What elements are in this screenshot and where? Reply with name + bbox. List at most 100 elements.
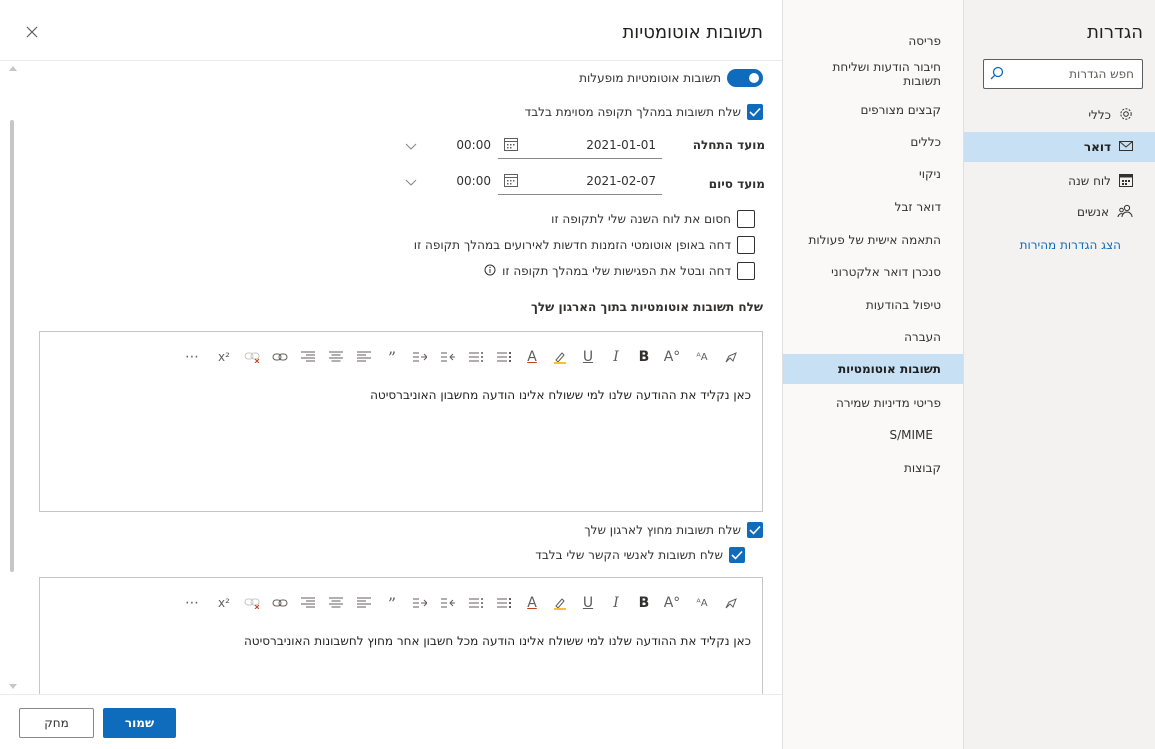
subnav-item-sweep[interactable]: ניקוי — [783, 167, 963, 181]
start-time-value: 00:00 — [456, 138, 491, 152]
font-color-icon[interactable]: A — [521, 592, 543, 614]
highlight-format-icon[interactable]: A° — [661, 346, 683, 368]
calendar-icon — [504, 138, 518, 154]
subnav-item-rules[interactable]: כללים — [783, 135, 963, 149]
subnav-item-retention-policies[interactable]: פריטי מדיניות שמירה — [783, 396, 963, 410]
outside-org-editor[interactable]: ᴬA A° B I U A ” x² ⋯ כאן נקליד את ההודעה… — [39, 577, 763, 694]
decrease-indent-icon[interactable] — [437, 346, 459, 368]
subnav-item-junk[interactable]: דואר זבל — [783, 200, 963, 214]
underline-icon[interactable]: U — [577, 592, 599, 614]
inside-org-heading: שלח תשובות אוטומטיות בתוך הארגון שלך — [530, 300, 763, 314]
discard-button[interactable]: מחק — [19, 708, 94, 738]
align-left-icon[interactable] — [353, 346, 375, 368]
block-calendar-row[interactable]: חסום את לוח השנה שלי לתקופה זו — [551, 210, 755, 228]
settings-search-input[interactable] — [1006, 60, 1136, 88]
subnav-item-forwarding[interactable]: העברה — [783, 330, 963, 344]
bold-icon[interactable]: B — [633, 592, 655, 614]
increase-indent-icon[interactable] — [409, 346, 431, 368]
superscript-icon[interactable]: x² — [213, 346, 235, 368]
contacts-only-checkbox-row[interactable]: שלח תשובות לאנשי הקשר שלי בלבד — [535, 547, 745, 563]
outside-org-checkbox[interactable] — [747, 522, 763, 538]
format-painter-icon[interactable] — [720, 592, 742, 614]
increase-indent-icon[interactable] — [409, 592, 431, 614]
italic-icon[interactable]: I — [605, 592, 627, 614]
unlink-icon[interactable] — [241, 346, 263, 368]
settings-category-mail[interactable]: דואר — [964, 132, 1155, 162]
decline-cancel-row[interactable]: דחה ובטל את הפגישות שלי במהלך תקופה זו — [484, 262, 755, 280]
underline-icon[interactable]: U — [577, 346, 599, 368]
decline-new-checkbox[interactable] — [737, 236, 755, 254]
numbered-list-icon[interactable] — [493, 346, 515, 368]
link-icon[interactable] — [269, 346, 291, 368]
decrease-indent-icon[interactable] — [437, 592, 459, 614]
superscript-icon[interactable]: x² — [213, 592, 235, 614]
highlighter-icon[interactable] — [549, 346, 571, 368]
scroll-down-arrow[interactable] — [9, 684, 17, 689]
italic-icon[interactable]: I — [605, 346, 627, 368]
align-center-icon[interactable] — [325, 592, 347, 614]
settings-search-box[interactable] — [983, 59, 1143, 89]
settings-category-general[interactable]: כללי — [964, 100, 1155, 130]
font-size-icon[interactable]: ᴬA — [691, 592, 713, 614]
more-options-icon[interactable]: ⋯ — [181, 346, 203, 368]
numbered-list-icon[interactable] — [493, 592, 515, 614]
more-options-icon[interactable]: ⋯ — [181, 592, 203, 614]
outside-org-message[interactable]: כאן נקליד את ההודעה שלנו למי ששולח אלינו… — [244, 634, 751, 648]
subnav-item-smime[interactable]: S/MIME — [783, 428, 963, 442]
time-period-checkbox[interactable] — [747, 104, 763, 120]
align-right-icon[interactable] — [297, 346, 319, 368]
formatting-toolbar: ᴬA A° B I U A ” x² ⋯ — [103, 592, 743, 614]
font-size-icon[interactable]: ᴬA — [691, 346, 713, 368]
info-icon[interactable] — [484, 264, 496, 279]
inside-org-message[interactable]: כאן נקליד את ההודעה שלנו למי ששולח אלינו… — [370, 388, 751, 402]
mail-icon — [1119, 140, 1133, 155]
contacts-only-label: שלח תשובות לאנשי הקשר שלי בלבד — [535, 548, 723, 562]
settings-category-label: כללי — [1088, 108, 1111, 122]
settings-title: הגדרות — [1087, 22, 1143, 43]
block-calendar-checkbox[interactable] — [737, 210, 755, 228]
subnav-item-layout[interactable]: פריסה — [783, 34, 963, 48]
auto-replies-toggle-row[interactable]: תשובות אוטומטיות מופעלות — [579, 69, 763, 87]
quote-icon[interactable]: ” — [381, 346, 403, 368]
subnav-item-customize-actions[interactable]: התאמה אישית של פעולות — [783, 233, 963, 247]
highlight-format-icon[interactable]: A° — [661, 592, 683, 614]
subnav-item-automatic-replies[interactable]: תשובות אוטומטיות — [783, 354, 963, 384]
subnav-item-compose-reply[interactable]: חיבור הודעות ושליחת תשובות — [783, 60, 963, 88]
quick-settings-link[interactable]: הצג הגדרות מהירות — [1020, 238, 1121, 252]
decline-new-row[interactable]: דחה באופן אוטומטי הזמנות חדשות לאירועים … — [414, 236, 755, 254]
bullet-list-icon[interactable] — [465, 346, 487, 368]
align-left-icon[interactable] — [353, 592, 375, 614]
subnav-item-attachments[interactable]: קבצים מצורפים — [783, 103, 963, 117]
subnav-item-sync-email[interactable]: סנכרן דואר אלקטרוני — [783, 265, 963, 279]
end-time-value: 00:00 — [456, 174, 491, 188]
settings-category-people[interactable]: אנשים — [964, 197, 1155, 227]
bold-icon[interactable]: B — [633, 346, 655, 368]
highlighter-icon[interactable] — [549, 592, 571, 614]
bullet-list-icon[interactable] — [465, 592, 487, 614]
end-time-dropdown[interactable]: 00:00 — [405, 169, 491, 195]
scrollbar-thumb[interactable] — [10, 120, 14, 572]
link-icon[interactable] — [269, 592, 291, 614]
decline-cancel-checkbox[interactable] — [737, 262, 755, 280]
settings-pane: הגדרות כללי דואר לוח שנה אנשים הצג הגדרו… — [963, 0, 1155, 749]
time-period-checkbox-row[interactable]: שלח תשובות במהלך תקופה מסוימת בלבד — [525, 104, 763, 120]
auto-replies-toggle[interactable] — [727, 69, 763, 87]
settings-category-calendar[interactable]: לוח שנה — [964, 166, 1155, 196]
start-time-dropdown[interactable]: 00:00 — [405, 133, 491, 159]
save-button[interactable]: שמור — [103, 708, 176, 738]
contacts-only-checkbox[interactable] — [729, 547, 745, 563]
end-date-picker[interactable]: 2021-02-07 — [498, 169, 662, 195]
outside-org-checkbox-row[interactable]: שלח תשובות מחוץ לארגון שלך — [584, 522, 763, 538]
subnav-item-groups[interactable]: קבוצות — [783, 461, 963, 475]
format-painter-icon[interactable] — [720, 346, 742, 368]
unlink-icon[interactable] — [241, 592, 263, 614]
scroll-up-arrow[interactable] — [9, 66, 17, 71]
start-date-picker[interactable]: 2021-01-01 — [498, 133, 662, 159]
font-color-icon[interactable]: A — [521, 346, 543, 368]
subnav-item-message-handling[interactable]: טיפול בהודעות — [783, 298, 963, 312]
align-center-icon[interactable] — [325, 346, 347, 368]
inside-org-editor[interactable]: ᴬA A° B I U A ” x² ⋯ כאן נקליד את ההודעה… — [39, 331, 763, 512]
align-right-icon[interactable] — [297, 592, 319, 614]
quote-icon[interactable]: ” — [381, 592, 403, 614]
close-icon[interactable] — [26, 26, 38, 41]
